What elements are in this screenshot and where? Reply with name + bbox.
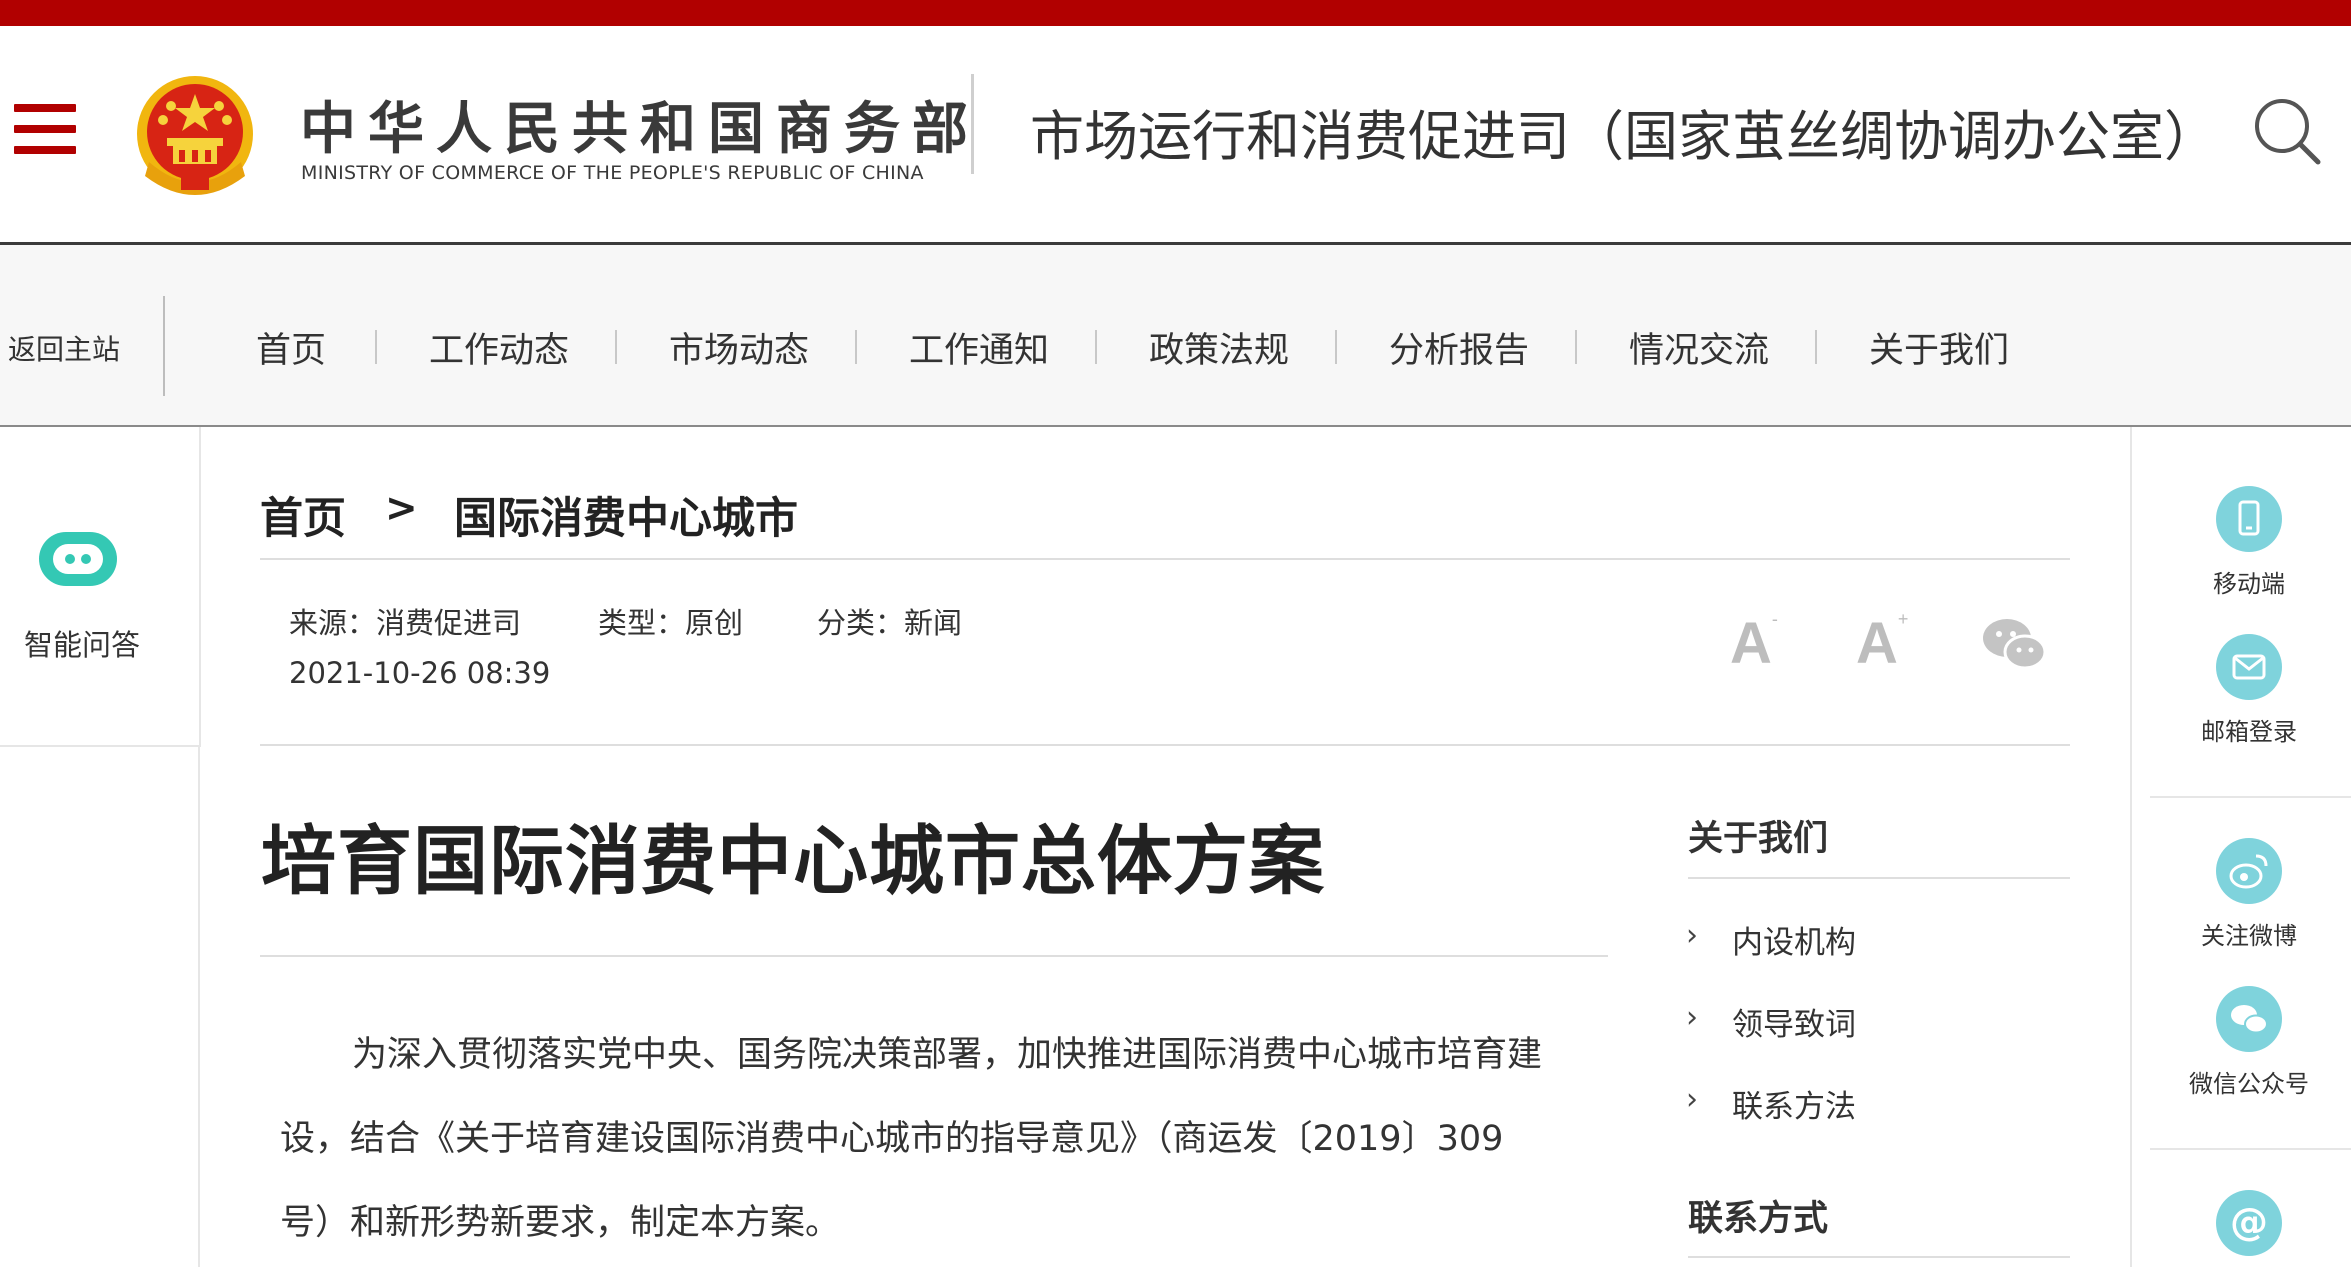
sidebar-link-leader-speech[interactable]: 领导致词 — [1732, 999, 1856, 1044]
article-paragraph-line: 为深入贯彻落实党中央、国务院决策部署，加快推进国际消费中心城市培育建 — [352, 1035, 1543, 1075]
search-icon[interactable] — [2252, 96, 2322, 166]
header-divider — [971, 74, 974, 174]
article-title: 培育国际消费中心城市总体方案 — [261, 817, 1326, 905]
right-column-border — [2130, 427, 2132, 1267]
chevron-right-icon: › — [1686, 1000, 1698, 1035]
department-title: 市场运行和消费促进司（国家茧丝绸协调办公室） — [1030, 105, 2218, 168]
breadcrumb-separator: > — [385, 486, 418, 531]
nav-item-work-news[interactable]: 工作动态 — [429, 322, 569, 373]
nav-item-exchanges[interactable]: 情况交流 — [1629, 322, 1769, 373]
nav-separator — [615, 330, 617, 364]
nav-item-market-news[interactable]: 市场动态 — [669, 322, 809, 373]
robot-assistant-icon[interactable] — [35, 528, 121, 590]
font-increase-mark: + — [1897, 608, 1909, 629]
font-decrease-mark: - — [1771, 608, 1778, 629]
article-category: 分类：新闻 — [817, 606, 963, 640]
breadcrumb-home[interactable]: 首页 — [260, 484, 346, 546]
sidebar-divider — [1688, 1256, 2070, 1258]
sidebar-contact-title: 联系方式 — [1688, 1199, 1829, 1239]
right-item-label[interactable]: 关注微博 — [2174, 916, 2324, 951]
article-type: 类型：原创 — [598, 606, 744, 640]
ministry-name-cn: 中华人民共和国商务部 — [300, 97, 980, 162]
menu-icon[interactable] — [14, 104, 76, 154]
nav-item-home[interactable]: 首页 — [256, 322, 326, 373]
nav-item-policies[interactable]: 政策法规 — [1149, 322, 1289, 373]
article-paragraph-line: 号）和新形势新要求，制定本方案。 — [280, 1203, 841, 1243]
right-item-label[interactable]: 移动端 — [2174, 564, 2324, 599]
font-decrease-glyph: A — [1730, 611, 1772, 676]
chevron-right-icon: › — [1686, 1082, 1698, 1117]
chevron-right-icon: › — [1686, 918, 1698, 953]
nav-separator — [375, 330, 377, 364]
left-column-border — [198, 745, 200, 1267]
ministry-name-en: MINISTRY OF COMMERCE OF THE PEOPLE'S REP… — [301, 162, 924, 184]
mobile-icon[interactable] — [2216, 486, 2282, 552]
nav-separator — [1095, 330, 1097, 364]
nav-separator — [1575, 330, 1577, 364]
sidebar-link-departments[interactable]: 内设机构 — [1732, 917, 1856, 962]
nav-item-work-notices[interactable]: 工作通知 — [909, 322, 1049, 373]
wechat-icon[interactable] — [2216, 986, 2282, 1052]
article-datetime: 2021-10-26 08:39 — [289, 656, 551, 690]
font-increase-glyph: A — [1856, 611, 1898, 676]
article-source: 来源：消费促进司 — [289, 606, 522, 640]
sidebar-link-contact-method[interactable]: 联系方法 — [1732, 1081, 1856, 1126]
mail-icon[interactable] — [2216, 634, 2282, 700]
breadcrumb-current[interactable]: 国际消费中心城市 — [454, 484, 798, 546]
font-decrease-button[interactable]: A- — [1730, 608, 1778, 677]
article-paragraph-line: 设，结合《关于培育建设国际消费中心城市的指导意见》（商运发〔2019〕309 — [280, 1119, 1504, 1159]
top-brand-strip — [0, 0, 2351, 26]
back-to-main-site-link[interactable]: 返回主站 — [8, 328, 120, 368]
weibo-icon[interactable] — [2216, 838, 2282, 904]
national-emblem-logo[interactable] — [133, 72, 258, 200]
nav-separator — [1335, 330, 1337, 364]
meta-divider — [260, 744, 2070, 746]
nav-item-about-us[interactable]: 关于我们 — [1869, 322, 2009, 373]
right-item-label[interactable]: 邮箱登录 — [2174, 712, 2324, 747]
right-divider — [2150, 1148, 2351, 1150]
font-increase-button[interactable]: A+ — [1856, 608, 1909, 677]
breadcrumb-divider — [260, 558, 2070, 560]
sidebar-divider — [1688, 877, 2070, 879]
smart-qa-label[interactable]: 智能问答 — [24, 622, 140, 664]
nav-item-reports[interactable]: 分析报告 — [1389, 322, 1529, 373]
right-item-label[interactable]: 微信公众号 — [2174, 1064, 2324, 1099]
at-icon[interactable]: @ — [2216, 1190, 2282, 1256]
sidebar-about-title: 关于我们 — [1688, 819, 1829, 859]
nav-separator — [855, 330, 857, 364]
svg-text:@: @ — [2230, 1200, 2268, 1244]
nav-divider — [163, 296, 165, 396]
nav-separator — [1815, 330, 1817, 364]
right-divider — [2150, 796, 2351, 798]
title-divider — [260, 955, 1608, 957]
wechat-share-icon[interactable] — [1981, 616, 2047, 672]
